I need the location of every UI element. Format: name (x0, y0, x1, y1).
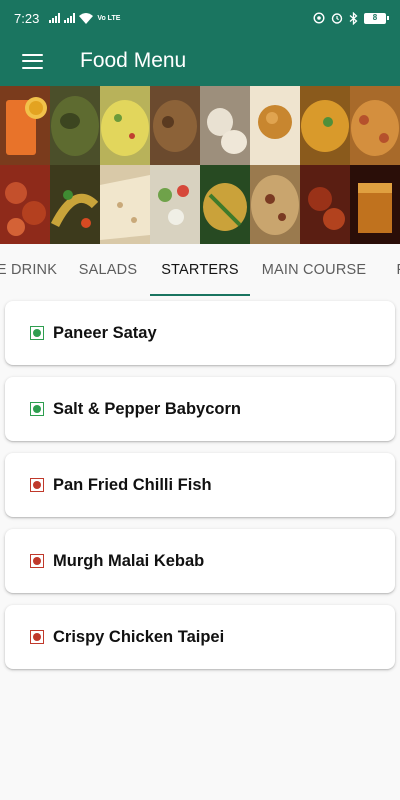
item-name: Salt & Pepper Babycorn (53, 399, 241, 418)
list-item[interactable]: Crispy Chicken Taipei (5, 605, 395, 669)
active-tab-indicator (150, 294, 250, 296)
non-veg-indicator-icon (30, 554, 44, 568)
veg-indicator-icon (30, 326, 44, 340)
food-photo (200, 86, 250, 165)
food-photo (250, 165, 300, 244)
tab-label: E DRINK (0, 262, 58, 278)
food-photo (200, 165, 250, 244)
status-time: 7:23 (14, 10, 40, 26)
item-name: Pan Fried Chilli Fish (53, 475, 212, 494)
tab-label: STARTERS (161, 262, 239, 278)
food-photo (0, 165, 50, 244)
hamburger-menu-icon[interactable] (21, 53, 43, 69)
non-veg-indicator-icon (30, 630, 44, 644)
status-left: 7:23 Vo LTE (14, 11, 120, 26)
status-bar: 7:23 Vo LTE 8 (0, 0, 400, 36)
tab-main-course[interactable]: MAIN COURSE (250, 244, 378, 296)
menu-button[interactable] (0, 36, 64, 86)
battery-icon: 8 (364, 12, 389, 24)
bluetooth-icon (349, 11, 358, 25)
tab-label: MAIN COURSE (261, 262, 367, 278)
tab-salads[interactable]: SALADS (66, 244, 150, 296)
food-photo (350, 86, 400, 165)
non-veg-indicator-icon (30, 478, 44, 492)
tab-starters[interactable]: STARTERS (150, 244, 250, 296)
food-photo (150, 165, 200, 244)
tab-next[interactable]: F (386, 244, 400, 296)
food-collage-image (0, 86, 400, 244)
list-item[interactable]: Salt & Pepper Babycorn (5, 377, 395, 441)
signal-icon (64, 13, 76, 23)
food-photo (300, 86, 350, 165)
food-photo (150, 86, 200, 165)
tab-drink[interactable]: E DRINK (0, 244, 58, 296)
wifi-icon (79, 12, 94, 24)
signal-icon (49, 13, 61, 23)
list-item[interactable]: Murgh Malai Kebab (5, 529, 395, 593)
item-name: Paneer Satay (53, 323, 157, 342)
page-title: Food Menu (80, 49, 187, 72)
list-item[interactable]: Paneer Satay (5, 301, 395, 365)
veg-indicator-icon (30, 402, 44, 416)
food-photo (300, 165, 350, 244)
list-item[interactable]: Pan Fried Chilli Fish (5, 453, 395, 517)
food-photo (0, 86, 50, 165)
tab-label: F (396, 262, 400, 278)
status-right: 8 (313, 11, 389, 25)
alarm-icon (331, 13, 343, 24)
food-photo (50, 165, 100, 244)
app-bar: Food Menu (0, 36, 400, 86)
item-name: Crispy Chicken Taipei (53, 627, 225, 646)
food-photo (100, 165, 150, 244)
volte-icon: Vo LTE (97, 14, 121, 22)
tab-label: SALADS (78, 262, 138, 278)
food-photo (350, 165, 400, 244)
food-photo (50, 86, 100, 165)
food-photo (100, 86, 150, 165)
item-name: Murgh Malai Kebab (53, 551, 205, 570)
category-tabs: E DRINK SALADS STARTERS MAIN COURSE F (0, 244, 400, 296)
food-photo (250, 86, 300, 165)
data-saver-icon (313, 12, 325, 24)
